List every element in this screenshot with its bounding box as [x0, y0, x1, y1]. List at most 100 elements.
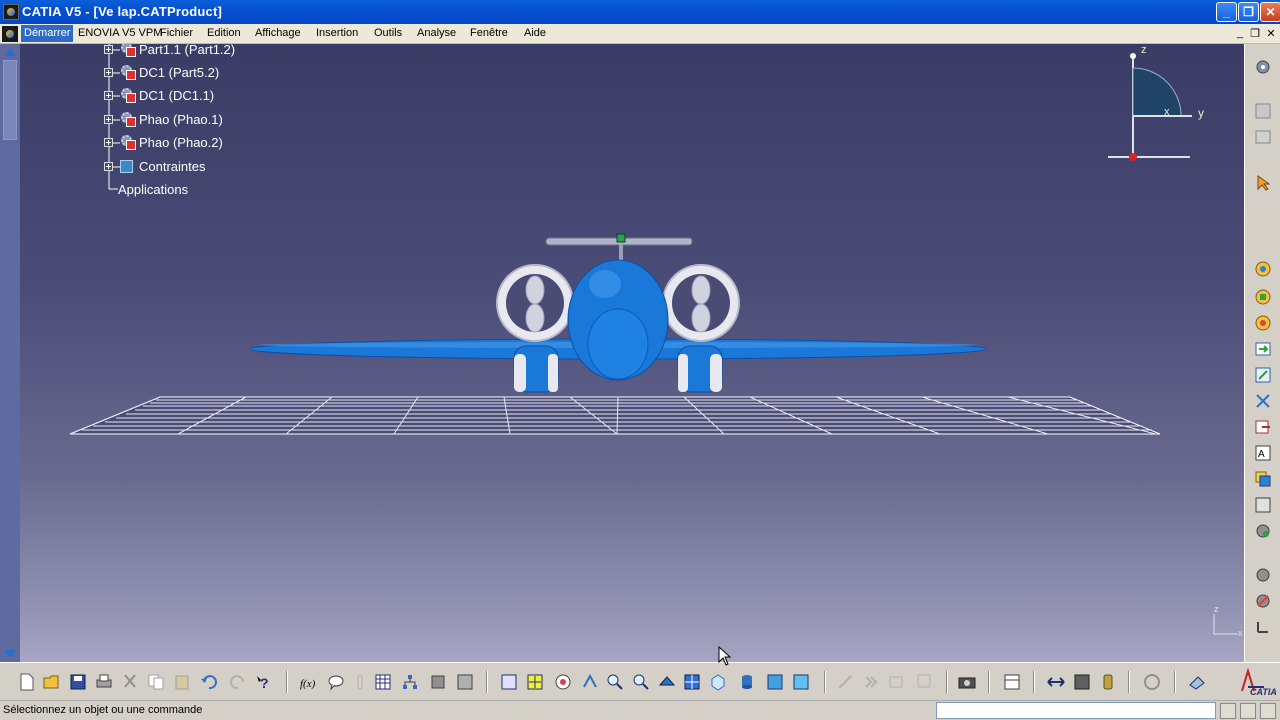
scroll-thumb[interactable]	[3, 60, 17, 140]
select-arrow-icon[interactable]	[1254, 174, 1272, 192]
rotate-swirl-icon[interactable]	[1143, 673, 1161, 691]
menu-demarrer[interactable]: Démarrer	[21, 25, 74, 42]
copy-icon[interactable]	[147, 673, 165, 691]
menu-fichier[interactable]: Fichier	[160, 27, 193, 39]
close-button[interactable]: ✕	[1260, 2, 1280, 22]
command-input[interactable]	[936, 702, 1216, 719]
status-option-icon[interactable]	[1240, 703, 1256, 719]
status-option-icon[interactable]	[1260, 703, 1276, 719]
tree-scrollbar[interactable]	[0, 44, 20, 662]
catia-logo-icon: CATIA	[1241, 667, 1276, 697]
update-gear-icon[interactable]	[1254, 522, 1272, 540]
camera-icon[interactable]	[958, 673, 976, 691]
annotation-icon[interactable]: A	[1254, 444, 1272, 462]
menu-insertion[interactable]: Insertion	[316, 27, 358, 39]
measure-gear-icon[interactable]	[1254, 566, 1272, 584]
scroll-up-arrow-icon[interactable]	[4, 48, 16, 56]
save-icon[interactable]	[69, 673, 87, 691]
menu-aide[interactable]: Aide	[524, 27, 546, 39]
explode-icon[interactable]	[1254, 314, 1272, 332]
stop-command-icon[interactable]	[1220, 703, 1236, 719]
table-icon[interactable]	[374, 673, 392, 691]
cut-icon[interactable]	[121, 673, 139, 691]
menu-analyse[interactable]: Analyse	[417, 27, 456, 39]
compass-x-label: x	[1164, 106, 1170, 118]
menu-outils[interactable]: Outils	[374, 27, 402, 39]
toolbar-separator	[1174, 671, 1176, 693]
rotate-icon[interactable]	[581, 673, 599, 691]
product-structure-icon[interactable]	[1254, 102, 1272, 120]
normal-view-icon[interactable]	[658, 673, 676, 691]
menu-fenetre[interactable]: Fenêtre	[470, 27, 508, 39]
compass[interactable]: z y x	[1108, 44, 1244, 214]
link-icon[interactable]	[352, 673, 370, 691]
clash-icon[interactable]	[1254, 366, 1272, 384]
mdi-restore-button[interactable]: ❐	[1248, 27, 1262, 40]
part-insert-icon[interactable]	[456, 673, 474, 691]
gear-icon[interactable]	[1254, 58, 1272, 76]
mdi-minimize-button[interactable]: _	[1233, 27, 1247, 39]
comment-icon[interactable]	[327, 673, 345, 691]
toolbar-separator	[946, 671, 948, 693]
component-icon[interactable]	[429, 673, 447, 691]
menu-edition[interactable]: Edition	[207, 27, 241, 39]
menu-affichage[interactable]: Affichage	[255, 27, 301, 39]
axis-system-icon[interactable]	[1254, 618, 1272, 636]
toolbar-separator	[286, 671, 288, 693]
zoom-in-icon[interactable]	[606, 673, 624, 691]
chevron-disabled-icon[interactable]	[862, 673, 880, 691]
flexible-icon[interactable]	[1254, 418, 1272, 436]
compass-icon[interactable]	[1108, 44, 1244, 214]
toolbar-separator	[988, 671, 990, 693]
new-file-icon[interactable]	[18, 673, 36, 691]
catalog-icon[interactable]	[1254, 470, 1272, 488]
measure-item-icon[interactable]	[1073, 673, 1091, 691]
aircraft-model	[249, 233, 987, 393]
print-icon[interactable]	[95, 673, 113, 691]
multi-view-icon[interactable]	[683, 673, 701, 691]
zoom-out-icon[interactable]	[632, 673, 650, 691]
hide-show-icon[interactable]	[766, 673, 784, 691]
constraint-disabled-icon[interactable]	[836, 673, 854, 691]
svg-text:?: ?	[260, 675, 269, 691]
paste-icon[interactable]	[173, 673, 191, 691]
swap-space-icon[interactable]	[792, 673, 810, 691]
assembly-icon[interactable]	[1254, 128, 1272, 146]
mini-axis-x-label: x	[1238, 628, 1243, 638]
3d-viewport[interactable]: Part1.1 (Part1.2) DC1 (Part5.2) DC1 (DC1…	[20, 44, 1244, 662]
toolbar-separator	[1033, 671, 1035, 693]
tree-structure-icon[interactable]	[401, 673, 419, 691]
scene-icon[interactable]	[1254, 496, 1272, 514]
help-icon[interactable]: ?	[256, 673, 274, 691]
redo-icon[interactable]	[229, 673, 247, 691]
eraser-icon[interactable]	[1188, 673, 1206, 691]
replace-component-icon[interactable]	[500, 673, 518, 691]
mdi-close-button[interactable]: ✕	[1264, 27, 1278, 40]
restore-button[interactable]: ❐	[1238, 2, 1259, 22]
layer-disabled-icon[interactable]	[888, 673, 906, 691]
pan-icon[interactable]	[554, 673, 572, 691]
move-icon[interactable]	[1254, 340, 1272, 358]
spreadsheet-icon[interactable]	[1003, 673, 1021, 691]
measure-between-icon[interactable]	[1047, 673, 1065, 691]
analysis-gear-icon[interactable]	[1254, 592, 1272, 610]
formula-icon[interactable]: f(x)	[300, 673, 318, 691]
scroll-down-arrow-icon[interactable]	[4, 650, 16, 658]
shading-icon[interactable]	[738, 673, 756, 691]
manipulation-icon[interactable]	[1254, 260, 1272, 278]
menu-enovia[interactable]: ENOVIA V5 VPM	[78, 27, 162, 39]
catia-app-icon[interactable]	[3, 4, 19, 20]
filter-disabled-icon[interactable]	[914, 673, 932, 691]
constraint-cross-icon[interactable]	[1254, 392, 1272, 410]
fit-all-icon[interactable]	[526, 673, 544, 691]
3d-scene[interactable]	[20, 44, 1244, 662]
document-icon[interactable]	[2, 26, 18, 42]
right-propeller-blade	[691, 275, 711, 305]
measure-inertia-icon[interactable]	[1099, 673, 1117, 691]
minimize-button[interactable]: _	[1216, 2, 1237, 22]
open-folder-icon[interactable]	[43, 673, 61, 691]
snap-icon[interactable]	[1254, 288, 1272, 306]
iso-view-icon[interactable]	[709, 673, 727, 691]
undo-icon[interactable]	[200, 673, 218, 691]
toolbar-separator	[824, 671, 826, 693]
